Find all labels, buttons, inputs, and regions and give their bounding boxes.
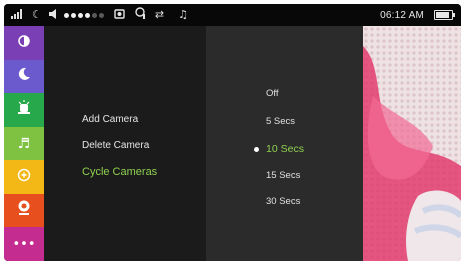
battery-icon	[434, 10, 455, 20]
status-right: 06:12 AM	[380, 4, 455, 26]
sidebar-item-night[interactable]	[4, 59, 44, 94]
sidebar: ♬ •••	[4, 26, 50, 261]
clock: 06:12 AM	[380, 9, 424, 21]
sidebar-item-camera[interactable]	[4, 193, 50, 228]
selected-indicator	[254, 147, 259, 152]
interval-option[interactable]: 30 Secs	[266, 196, 300, 207]
camera-menu: Add Camera Delete Camera Cycle Cameras	[44, 26, 206, 261]
status-icons: ☾ ⇄ ♫	[4, 4, 188, 26]
monitor-screen: ☾ ⇄ ♫ 06:12 AM ♬ ••• Add Camera Delete C…	[4, 4, 461, 261]
interval-option[interactable]: 15 Secs	[266, 170, 300, 181]
brightness-icon	[18, 34, 30, 52]
sidebar-item-more[interactable]: •••	[4, 227, 44, 261]
sidebar-item-zoom[interactable]	[4, 160, 44, 194]
volume-icon	[48, 6, 59, 24]
volume-dot	[98, 12, 104, 18]
zoom-icon	[17, 168, 31, 187]
repeat-icon: ⇄	[154, 8, 165, 21]
moon-icon	[17, 67, 31, 86]
volume-dot	[77, 12, 83, 18]
camera-icon	[17, 200, 31, 221]
sidebar-item-lullaby[interactable]: ♬	[4, 126, 44, 161]
interval-option[interactable]: 5 Secs	[266, 116, 295, 127]
volume-dot	[84, 12, 90, 18]
sidebar-item-brightness[interactable]	[4, 26, 44, 60]
interval-option-selected[interactable]: 10 Secs	[266, 143, 304, 155]
camera-preview-image	[363, 26, 461, 261]
volume-level-indicator	[63, 12, 106, 18]
moon-icon: ☾	[32, 8, 42, 21]
volume-dot	[70, 12, 76, 18]
alarm-icon	[17, 100, 31, 119]
cycle-interval-menu: Off 5 Secs 10 Secs 15 Secs 30 Secs	[206, 26, 363, 261]
interval-option[interactable]: Off	[266, 88, 279, 99]
camera-preview	[363, 26, 461, 261]
status-bar: ☾ ⇄ ♫ 06:12 AM	[4, 4, 461, 26]
temperature-icon	[135, 6, 147, 24]
sidebar-item-alarm[interactable]	[4, 93, 44, 127]
camera-icon	[114, 6, 125, 24]
add-camera-item[interactable]: Add Camera	[82, 114, 138, 125]
volume-dot	[63, 12, 69, 18]
music-icon: ♬	[17, 135, 31, 152]
volume-dot	[91, 12, 97, 18]
cycle-cameras-item[interactable]: Cycle Cameras	[82, 166, 157, 178]
signal-icon	[11, 6, 25, 24]
music-icon: ♫	[178, 8, 188, 21]
more-icon: •••	[12, 236, 36, 252]
delete-camera-item[interactable]: Delete Camera	[82, 140, 149, 151]
battery-level	[436, 12, 449, 18]
